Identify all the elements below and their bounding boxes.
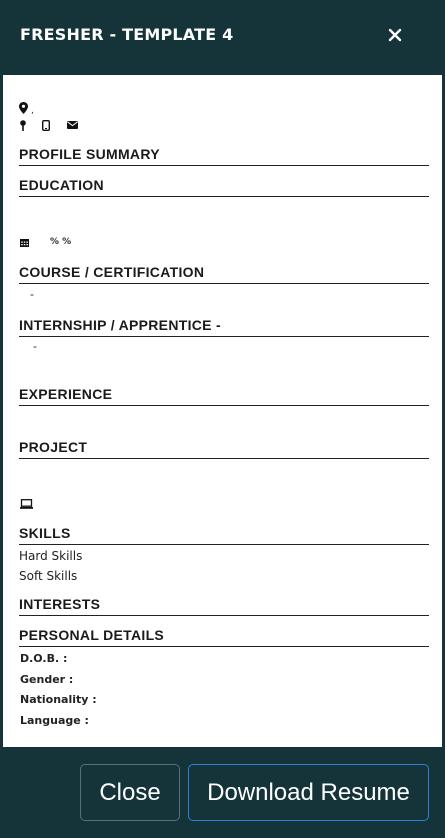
internship-dash: - [33, 339, 37, 353]
download-resume-button[interactable]: Download Resume [188, 764, 429, 821]
hard-skills-label: Hard Skills [19, 549, 83, 563]
section-project: PROJECT [19, 438, 429, 459]
calendar-icon [20, 239, 29, 247]
education-percentage: % % [50, 237, 72, 247]
address-separator: , [31, 106, 34, 116]
laptop-icon [20, 499, 33, 509]
section-interests: INTERESTS [19, 595, 429, 616]
course-dash: - [30, 287, 34, 301]
section-experience: EXPERIENCE [19, 385, 429, 406]
section-internship: INTERNSHIP / APPRENTICE - [19, 316, 429, 337]
location-pin-icon [20, 120, 26, 131]
close-icon[interactable] [384, 24, 406, 46]
section-skills: SKILLS [19, 524, 429, 545]
soft-skills-label: Soft Skills [19, 569, 78, 583]
close-button[interactable]: Close [80, 764, 180, 821]
section-profile-summary: PROFILE SUMMARY [19, 145, 429, 166]
modal-left-border [0, 75, 3, 747]
gender-label: Gender : [20, 673, 74, 686]
section-course-certification: COURSE / CERTIFICATION [19, 263, 429, 284]
section-education: EDUCATION [19, 176, 429, 197]
nationality-label: Nationality : [20, 693, 97, 706]
mobile-icon [42, 120, 50, 131]
dob-label: D.O.B. : [20, 652, 68, 665]
modal-title: FRESHER - TEMPLATE 4 [20, 25, 234, 44]
language-label: Language : [20, 714, 89, 727]
envelope-icon [67, 121, 78, 129]
section-personal-details: PERSONAL DETAILS [19, 626, 429, 647]
modal-footer: Close Download Resume [0, 747, 445, 838]
location-icon [19, 102, 28, 114]
modal-header: FRESHER - TEMPLATE 4 [0, 0, 445, 75]
